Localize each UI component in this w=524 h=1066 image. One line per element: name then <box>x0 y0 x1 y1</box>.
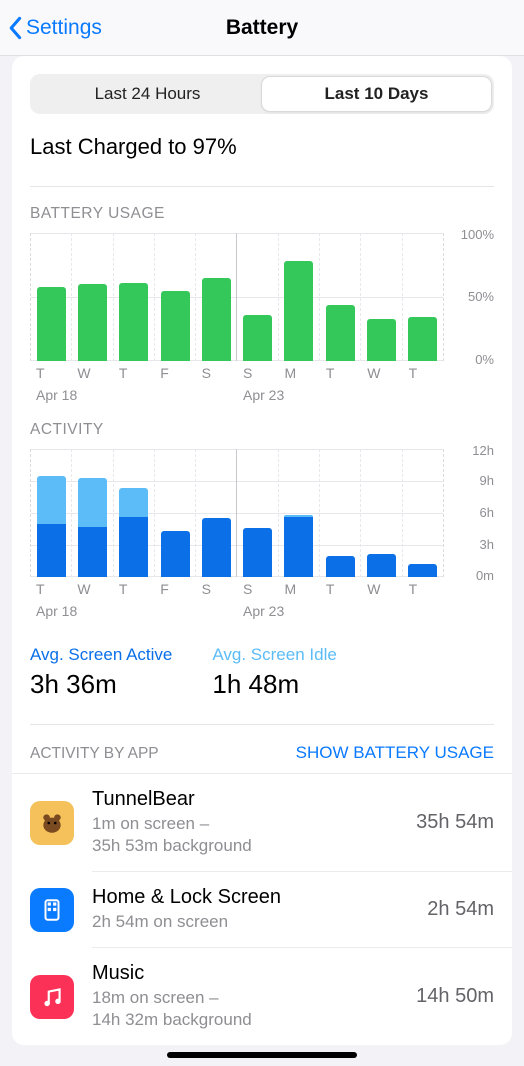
x-label: T <box>403 365 444 381</box>
screen-stats: Avg. Screen Active 3h 36m Avg. Screen Id… <box>12 627 512 724</box>
activity-by-app-label: ACTIVITY BY APP <box>30 745 159 763</box>
date-label: Apr 18 <box>30 387 237 403</box>
x-label: T <box>403 581 444 597</box>
activity-bar-idle <box>78 478 107 527</box>
usage-bar <box>161 291 190 361</box>
usage-bar <box>202 278 231 361</box>
x-label: T <box>30 581 71 597</box>
date-label: Apr 23 <box>237 387 444 403</box>
activity-bar-active <box>119 517 148 577</box>
segment-last-10d[interactable]: Last 10 Days <box>262 77 491 111</box>
usage-bar <box>119 283 148 361</box>
activity-chart[interactable]: 12h 9h 6h 3h 0m TWTFSSMTWT Apr 18 Apr 23 <box>12 449 512 627</box>
x-label: T <box>30 365 71 381</box>
app-name: Music <box>92 962 406 985</box>
y-label: 50% <box>468 289 494 304</box>
app-icon <box>30 888 74 932</box>
activity-bar-active <box>202 518 231 577</box>
back-button[interactable]: Settings <box>8 16 102 40</box>
x-label: W <box>71 365 112 381</box>
navbar: Settings Battery <box>0 0 524 56</box>
activity-label: ACTIVITY <box>12 411 512 449</box>
avg-active-label: Avg. Screen Active <box>30 645 172 665</box>
app-icon <box>30 801 74 845</box>
home-indicator[interactable] <box>167 1052 357 1058</box>
app-row[interactable]: TunnelBear1m on screen –35h 53m backgrou… <box>12 773 512 871</box>
last-charged-text: Last Charged to 97% <box>12 128 512 186</box>
activity-bar-active <box>37 524 66 577</box>
activity-bar-active <box>408 564 437 577</box>
x-label: M <box>278 365 319 381</box>
activity-bar-idle <box>37 476 66 524</box>
app-time: 2h 54m <box>417 898 494 921</box>
activity-bar-active <box>161 531 190 577</box>
app-icon <box>30 975 74 1019</box>
show-battery-usage-button[interactable]: SHOW BATTERY USAGE <box>296 743 494 763</box>
x-label: T <box>320 365 361 381</box>
x-label: W <box>361 581 402 597</box>
activity-bar-idle <box>119 488 148 517</box>
usage-bar <box>37 287 66 361</box>
avg-idle-value: 1h 48m <box>212 669 336 700</box>
activity-bar-active <box>326 556 355 577</box>
segmented-control: Last 24 Hours Last 10 Days <box>30 74 494 114</box>
app-time: 14h 50m <box>406 985 494 1008</box>
battery-card: Last 24 Hours Last 10 Days Last Charged … <box>12 56 512 1045</box>
activity-bar-active <box>367 554 396 577</box>
y-label: 9h <box>480 473 494 488</box>
x-label: T <box>113 581 154 597</box>
avg-active-value: 3h 36m <box>30 669 172 700</box>
app-info: Music18m on screen –14h 32m background <box>74 962 406 1031</box>
activity-bar-active <box>78 527 107 577</box>
segment-last-24h[interactable]: Last 24 Hours <box>33 77 262 111</box>
app-row[interactable]: Home & Lock Screen2h 54m on screen2h 54m <box>12 872 512 947</box>
x-label: S <box>237 365 278 381</box>
battery-usage-chart[interactable]: 100% 50% 0% TWTFSSMTWT Apr 18 Apr 23 <box>12 233 512 411</box>
app-info: TunnelBear1m on screen –35h 53m backgrou… <box>74 788 406 857</box>
x-label: W <box>361 365 402 381</box>
x-label: M <box>278 581 319 597</box>
x-label: T <box>320 581 361 597</box>
app-subtext: 2h 54m on screen <box>92 911 417 933</box>
app-info: Home & Lock Screen2h 54m on screen <box>74 886 417 933</box>
y-label: 3h <box>480 537 494 552</box>
date-label: Apr 18 <box>30 603 237 619</box>
app-name: Home & Lock Screen <box>92 886 417 909</box>
avg-idle-label: Avg. Screen Idle <box>212 645 336 665</box>
x-label: S <box>196 365 237 381</box>
battery-usage-label: BATTERY USAGE <box>12 187 512 233</box>
usage-bar <box>408 317 437 361</box>
x-label: T <box>113 365 154 381</box>
x-label: F <box>154 581 195 597</box>
usage-bar <box>367 319 396 361</box>
usage-bar <box>78 284 107 361</box>
back-label: Settings <box>26 16 102 40</box>
app-time: 35h 54m <box>406 811 494 834</box>
usage-bar <box>284 261 313 361</box>
y-label: 100% <box>461 227 494 242</box>
app-row[interactable]: Music18m on screen –14h 32m background14… <box>12 948 512 1045</box>
app-subtext: 18m on screen –14h 32m background <box>92 987 406 1031</box>
y-label: 12h <box>472 443 494 458</box>
usage-bar <box>243 315 272 361</box>
app-name: TunnelBear <box>92 788 406 811</box>
y-label: 6h <box>480 505 494 520</box>
usage-bar <box>326 305 355 361</box>
app-subtext: 1m on screen –35h 53m background <box>92 813 406 857</box>
x-label: F <box>154 365 195 381</box>
x-label: S <box>196 581 237 597</box>
x-label: W <box>71 581 112 597</box>
activity-bar-active <box>243 528 272 577</box>
activity-bar-active <box>284 517 313 577</box>
app-list: TunnelBear1m on screen –35h 53m backgrou… <box>12 773 512 1045</box>
x-label: S <box>237 581 278 597</box>
date-label: Apr 23 <box>237 603 444 619</box>
chevron-left-icon <box>8 16 24 40</box>
